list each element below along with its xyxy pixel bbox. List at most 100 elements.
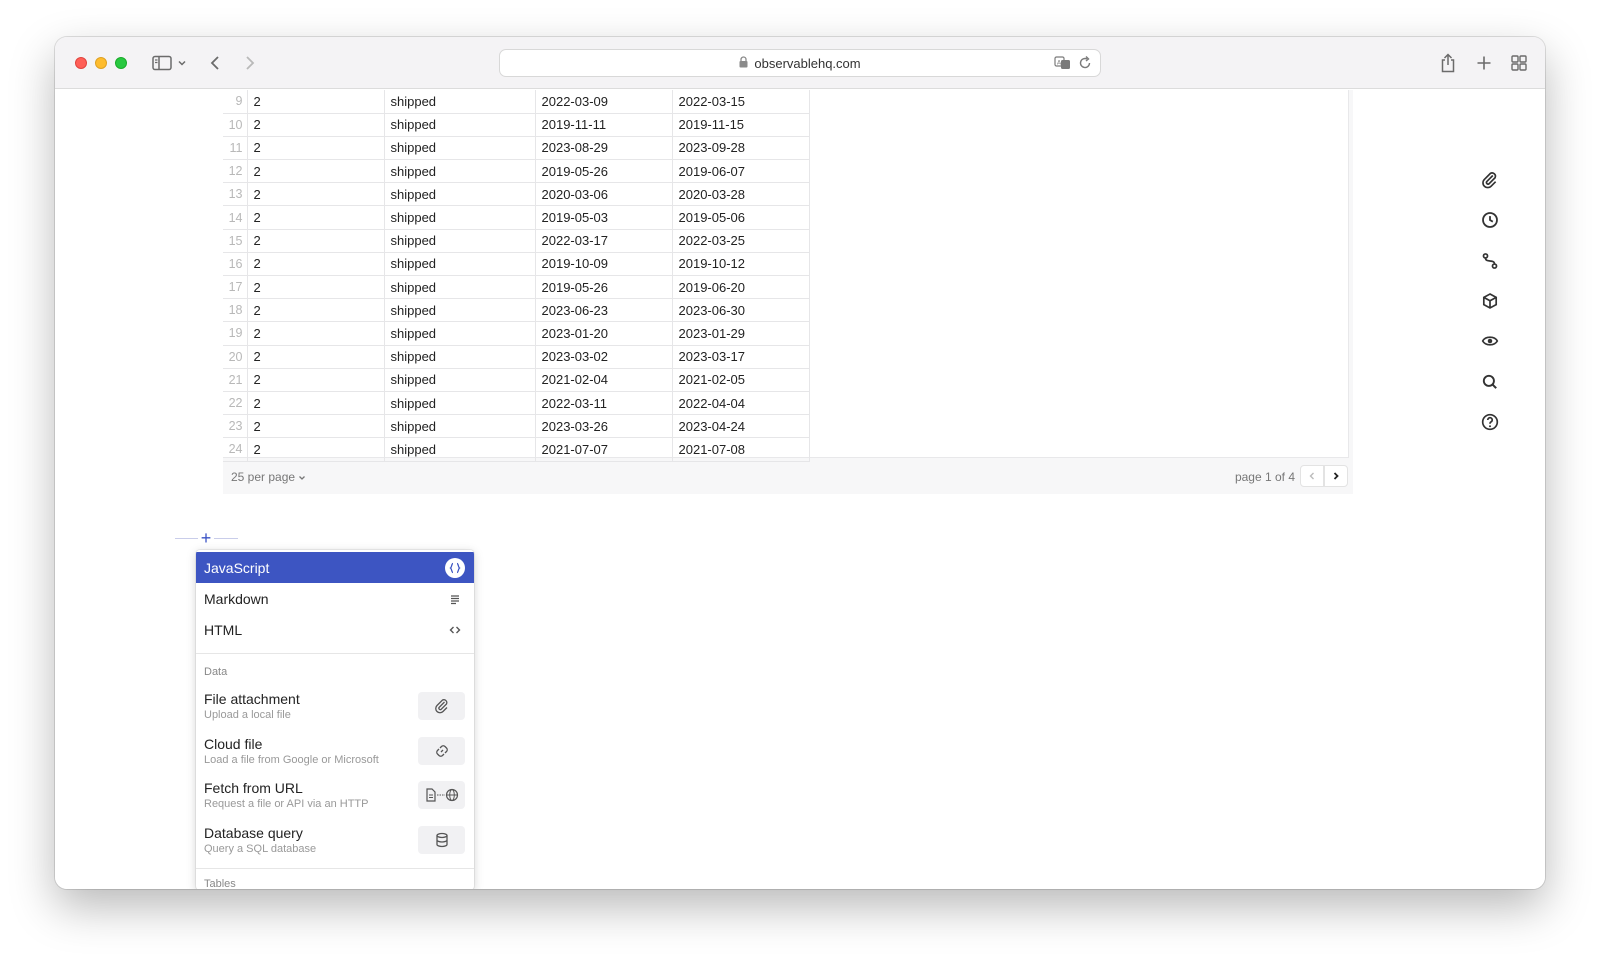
menu-item-file-attachment[interactable]: File attachment Upload a local file: [196, 687, 474, 731]
cell-ship-date: 2023-04-24: [672, 414, 810, 439]
per-page-label: 25 per page: [231, 470, 296, 484]
sidebar-toggle-icon[interactable]: [151, 51, 173, 75]
cell-quantity: 2: [247, 345, 385, 369]
cell-order-date: 2020-03-06: [535, 182, 673, 207]
branch-icon[interactable]: [1479, 250, 1501, 272]
cell-order-date: 2019-05-03: [535, 205, 673, 230]
cell-order-date: 2023-03-02: [535, 345, 673, 369]
cell-quantity: 2: [247, 113, 385, 137]
cell-ship-date: 2023-03-17: [672, 345, 810, 369]
cell-quantity: 2: [247, 298, 385, 323]
cell-order-date: 2019-10-09: [535, 252, 673, 277]
minimize-window-button[interactable]: [95, 57, 107, 69]
page-info: page 1 of 4: [1234, 470, 1295, 484]
clock-icon[interactable]: [1479, 209, 1501, 231]
chevron-right-icon: [1333, 472, 1339, 480]
table-row: 10 2 shipped 2019-11-11 2019-11-15: [223, 113, 810, 137]
prev-page-button[interactable]: [1300, 465, 1324, 487]
close-window-button[interactable]: [75, 57, 87, 69]
cloud-file-subtitle: Load a file from Google or Microsoft: [204, 754, 379, 766]
menu-item-html[interactable]: HTML: [196, 614, 474, 645]
cell-status: shipped: [384, 252, 536, 277]
text-lines-icon: [444, 588, 466, 610]
new-tab-icon[interactable]: [1474, 51, 1494, 75]
cell-ship-date: 2022-03-25: [672, 229, 810, 253]
cell-ship-date: 2019-10-12: [672, 252, 810, 277]
cell-order-date: 2022-03-17: [535, 229, 673, 253]
cell-order-date: 2023-06-23: [535, 298, 673, 323]
browser-window: observablehq.com A 9 2 shipped 2022-03-0…: [55, 37, 1545, 889]
table-row: 11 2 shipped 2023-08-29 2023-09-28: [223, 136, 810, 161]
table-row: 16 2 shipped 2019-10-09 2019-10-12: [223, 252, 810, 277]
orders-table: 9 2 shipped 2022-03-09 2022-03-15 10 2 shipped 2…: [223, 90, 810, 462]
cell-ship-date: 2019-11-15: [672, 113, 810, 137]
add-cell-button[interactable]: +: [198, 529, 214, 547]
row-number: 9: [223, 90, 248, 114]
help-icon[interactable]: [1479, 411, 1501, 433]
table-row: 23 2 shipped 2023-03-26 2023-04-24: [223, 414, 810, 439]
row-number: 16: [223, 252, 248, 277]
chevron-down-icon[interactable]: [176, 51, 188, 75]
cell-quantity: 2: [247, 321, 385, 346]
row-number: 17: [223, 275, 248, 300]
lock-icon: [739, 55, 748, 71]
chevron-left-icon: [1309, 472, 1314, 480]
row-number: 19: [223, 321, 248, 346]
menu-item-database-query[interactable]: Database query Query a SQL database: [196, 821, 474, 865]
cell-quantity: 2: [247, 275, 385, 300]
cell-order-date: 2019-11-11: [535, 113, 673, 137]
package-icon[interactable]: [1479, 290, 1501, 312]
menu-item-cloud-file[interactable]: Cloud file Load a file from Google or Mi…: [196, 732, 474, 776]
cell-quantity: 2: [247, 437, 385, 462]
cell-status: shipped: [384, 298, 536, 323]
cell-ship-date: 2019-06-20: [672, 275, 810, 300]
back-icon[interactable]: [205, 51, 225, 75]
share-icon[interactable]: [1438, 51, 1458, 75]
tab-overview-icon[interactable]: [1509, 51, 1529, 75]
code-brackets-icon: [444, 619, 466, 641]
reload-icon[interactable]: [1078, 55, 1092, 74]
browser-titlebar: observablehq.com A: [55, 37, 1545, 89]
cell-status: shipped: [384, 229, 536, 253]
table-row: 9 2 shipped 2022-03-09 2022-03-15: [223, 90, 810, 114]
per-page-select[interactable]: 25 per page: [231, 470, 306, 484]
cell-quantity: 2: [247, 252, 385, 277]
menu-item-fetch-url[interactable]: Fetch from URL Request a file or API via…: [196, 776, 474, 820]
url-text: observablehq.com: [754, 55, 861, 71]
translate-icon[interactable]: A: [1054, 55, 1072, 74]
table-pager: 25 per page page 1 of 4: [223, 462, 1353, 492]
table-row: 19 2 shipped 2023-01-20 2023-01-29: [223, 321, 810, 346]
paperclip-icon[interactable]: [1479, 169, 1501, 191]
menu-item-markdown[interactable]: Markdown: [196, 583, 474, 614]
zoom-window-button[interactable]: [115, 57, 127, 69]
table-row: 12 2 shipped 2019-05-26 2019-06-07: [223, 159, 810, 184]
cell-status: shipped: [384, 414, 536, 439]
address-bar[interactable]: observablehq.com A: [499, 49, 1101, 77]
row-number: 21: [223, 368, 248, 392]
cell-order-date: 2022-03-11: [535, 391, 673, 416]
cell-quantity: 2: [247, 414, 385, 439]
menu-item-javascript[interactable]: JavaScript: [196, 552, 474, 583]
row-number: 15: [223, 229, 248, 253]
cell-ship-date: 2022-04-04: [672, 391, 810, 416]
cell-status: shipped: [384, 368, 536, 392]
search-icon[interactable]: [1479, 371, 1501, 393]
file-globe-icon: [418, 781, 465, 809]
cell-ship-date: 2023-01-29: [672, 321, 810, 346]
notebook-content: 9 2 shipped 2022-03-09 2022-03-15 10 2 shipped 2…: [55, 90, 1545, 889]
cell-status: shipped: [384, 90, 536, 114]
eye-icon[interactable]: [1479, 330, 1501, 352]
database-icon: [418, 826, 465, 854]
fetch-url-title: Fetch from URL: [204, 780, 303, 796]
cell-ship-date: 2019-06-07: [672, 159, 810, 184]
cell-ship-date: 2021-07-08: [672, 437, 810, 462]
javascript-label: JavaScript: [204, 559, 270, 576]
row-number: 10: [223, 113, 248, 137]
cell-quantity: 2: [247, 205, 385, 230]
forward-icon[interactable]: [240, 51, 260, 75]
file-attachment-title: File attachment: [204, 691, 300, 707]
next-page-button[interactable]: [1324, 465, 1348, 487]
data-table: 9 2 shipped 2022-03-09 2022-03-15 10 2 shipped 2…: [223, 90, 1349, 462]
cell-status: shipped: [384, 136, 536, 161]
add-cell-menu: JavaScript Markdown HTML Data File attac…: [196, 550, 474, 889]
